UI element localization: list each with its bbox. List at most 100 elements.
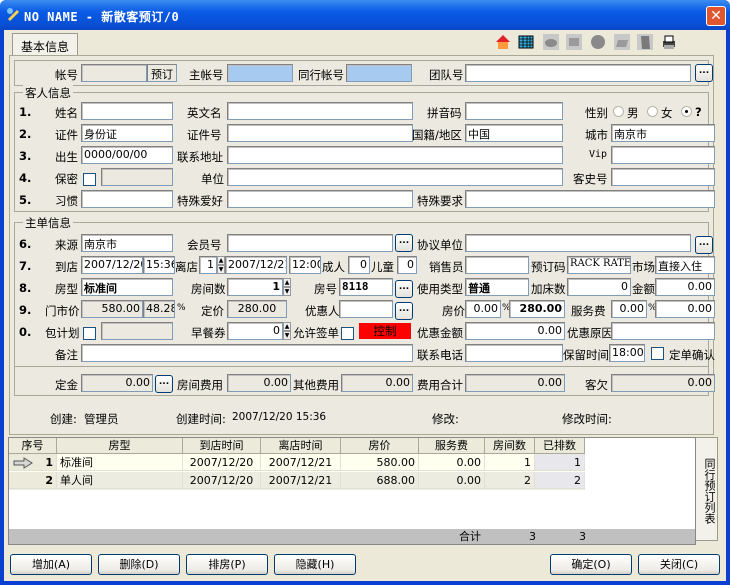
child-field[interactable]: 0 <box>397 256 417 274</box>
column-header[interactable]: 已排数 <box>535 438 585 454</box>
reservation-grid[interactable]: 序号 房型 到店时间 离店时间 房价 服务费 房间数 已排数 1 标准间 200… <box>8 437 696 545</box>
name-field[interactable] <box>81 102 173 120</box>
phone-field[interactable] <box>465 344 563 362</box>
english-name-field[interactable] <box>227 102 413 120</box>
peer-account-field[interactable] <box>346 64 412 82</box>
nights-field[interactable]: 1 <box>199 256 217 274</box>
title-bar[interactable]: NO NAME - 新散客预订/0 ✕ <box>0 0 730 30</box>
sales-field[interactable] <box>465 256 529 274</box>
account-field[interactable] <box>81 64 147 82</box>
birth-field[interactable]: 0000/00/00 <box>81 146 173 164</box>
tab-basic-info[interactable]: 基本信息 <box>12 33 79 57</box>
column-header[interactable]: 房间数 <box>485 438 535 454</box>
room-number-field[interactable]: 8118 <box>339 278 393 296</box>
allow-sign-checkbox[interactable] <box>341 327 354 340</box>
column-header[interactable]: 到店时间 <box>183 438 261 454</box>
breakfast-spinner[interactable]: ▲ ▼ <box>283 322 291 340</box>
control-button[interactable]: 控制 <box>359 323 411 339</box>
column-header[interactable]: 房型 <box>57 438 183 454</box>
other-fee-label: 其他费用 <box>293 378 339 392</box>
special-request-field[interactable] <box>465 190 715 208</box>
id-type-field[interactable]: 身份证 <box>81 124 173 142</box>
remark-field[interactable] <box>81 344 413 362</box>
team-field[interactable] <box>465 64 691 82</box>
delete-button[interactable]: 删除(D) <box>98 554 180 575</box>
habit-field[interactable] <box>81 190 173 208</box>
column-header[interactable]: 房价 <box>341 438 419 454</box>
assign-room-button[interactable]: 排房(P) <box>186 554 268 575</box>
folder-open-icon[interactable] <box>613 33 631 51</box>
discount-amount-field[interactable]: 0.00 <box>465 322 565 340</box>
address-field[interactable] <box>227 146 563 164</box>
discount-reason-field[interactable] <box>611 322 715 340</box>
breakfast-field[interactable]: 0 <box>227 322 283 340</box>
column-header[interactable]: 服务费 <box>419 438 485 454</box>
discount-person-field[interactable] <box>339 300 393 318</box>
agreement-field[interactable] <box>465 234 691 252</box>
phone-icon[interactable] <box>542 33 560 51</box>
tab-peer-booking-list[interactable]: 同行预订列表 <box>696 437 718 541</box>
gender-male-radio[interactable] <box>613 106 624 117</box>
nationality-field[interactable]: 中国 <box>465 124 563 142</box>
team-lookup-button[interactable]: ... <box>695 64 713 82</box>
city-field[interactable]: 南京市 <box>611 124 715 142</box>
leave-date-field[interactable]: 2007/12/21 <box>225 256 287 274</box>
arrive-time-field[interactable]: 15:36 <box>143 256 175 274</box>
hide-button[interactable]: 隐藏(H) <box>274 554 356 575</box>
nationality-label: 国籍/地区 <box>412 128 462 142</box>
row-selector[interactable]: 2 <box>9 472 57 489</box>
confirm-order-checkbox[interactable] <box>651 347 664 360</box>
master-account-field[interactable] <box>227 64 293 82</box>
agreement-lookup-button[interactable]: ... <box>695 236 713 254</box>
market-field[interactable]: 直接入住 <box>655 256 715 274</box>
table-row[interactable]: 2 单人间 2007/12/20 2007/12/21 688.00 0.00 … <box>9 472 585 490</box>
member-lookup-button[interactable]: ... <box>395 234 413 252</box>
ok-button[interactable]: 确定(O) <box>550 554 632 575</box>
add-button[interactable]: 增加(A) <box>10 554 92 575</box>
usage-type-field[interactable]: 普通 <box>465 278 529 296</box>
hold-time-field[interactable]: 18:00 <box>609 344 645 362</box>
id-number-field[interactable] <box>227 124 413 142</box>
guest-info-title: 客人信息 <box>23 85 73 101</box>
room-count-spinner[interactable]: ▲ ▼ <box>283 278 291 296</box>
booking-code-field[interactable]: RACK RATE <box>567 256 631 274</box>
printer-icon[interactable] <box>660 33 678 51</box>
table-row[interactable]: 1 标准间 2007/12/20 2007/12/21 580.00 0.00 … <box>9 454 585 472</box>
nights-spinner[interactable]: ▲ ▼ <box>217 256 225 274</box>
column-header[interactable]: 离店时间 <box>261 438 341 454</box>
secret-checkbox[interactable] <box>83 173 96 186</box>
row-selector[interactable]: 1 <box>9 454 57 471</box>
room-number-lookup-button[interactable]: ... <box>395 280 413 298</box>
close-window-button[interactable]: ✕ <box>706 6 726 26</box>
room-price-percent-field[interactable]: 0.00 <box>465 300 501 318</box>
close-button[interactable]: 关闭(C) <box>638 554 720 575</box>
discount-person-lookup-button[interactable]: ... <box>395 302 413 320</box>
gender-unknown-radio[interactable] <box>681 106 692 117</box>
company-field[interactable] <box>227 168 563 186</box>
hobby-field[interactable] <box>227 190 413 208</box>
column-header[interactable]: 序号 <box>9 438 57 454</box>
service-percent-field[interactable]: 0.00 <box>611 300 647 318</box>
member-field[interactable] <box>227 234 393 252</box>
vip-field[interactable] <box>611 146 715 164</box>
gender-female-radio[interactable] <box>647 106 658 117</box>
pinyin-field[interactable] <box>465 102 563 120</box>
leave-time-field[interactable]: 12:00 <box>289 256 321 274</box>
history-field[interactable] <box>611 168 715 186</box>
room-count-field[interactable]: 1 <box>227 278 283 296</box>
room-price-field[interactable]: 280.00 <box>509 300 565 318</box>
message-icon[interactable] <box>565 33 583 51</box>
source-field[interactable]: 南京市 <box>81 234 173 252</box>
package-checkbox[interactable] <box>83 327 96 340</box>
shirt-icon[interactable] <box>636 33 654 51</box>
arrive-date-field[interactable]: 2007/12/20 <box>81 256 143 274</box>
room-type-field[interactable]: 标准间 <box>81 278 173 296</box>
circle-icon[interactable] <box>589 33 607 51</box>
extra-bed-field[interactable]: 0 <box>567 278 631 296</box>
home-icon[interactable] <box>494 33 512 51</box>
amount-field[interactable]: 0.00 <box>655 278 715 296</box>
deposit-lookup-button[interactable]: ... <box>155 375 173 393</box>
calendar-grid-icon[interactable] <box>517 33 535 51</box>
adult-field[interactable]: 0 <box>348 256 370 274</box>
service-fee-field[interactable]: 0.00 <box>655 300 715 318</box>
